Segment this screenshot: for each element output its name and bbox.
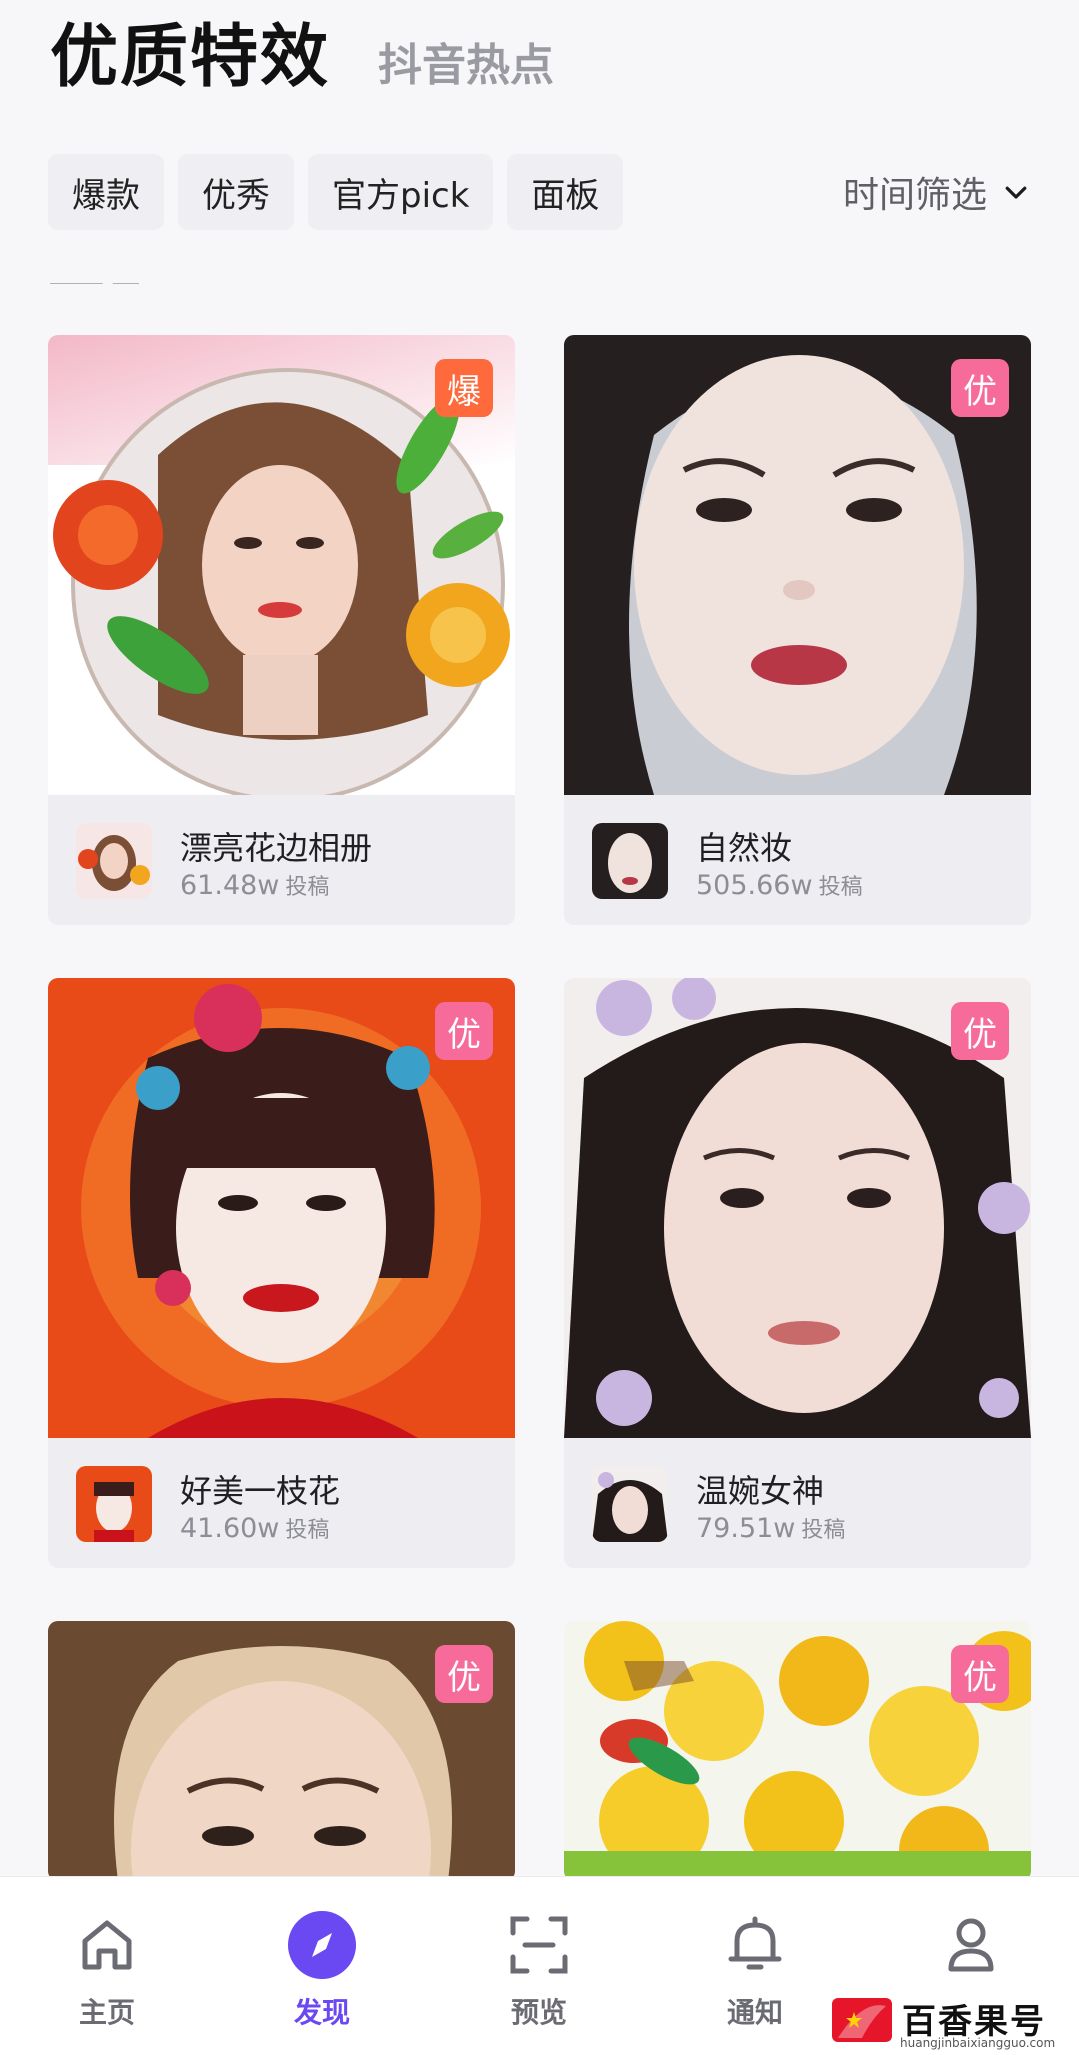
time-filter-dropdown[interactable]: 时间筛选 <box>843 166 1031 218</box>
effect-thumbnail: 优 <box>564 1621 1031 1881</box>
nav-discover[interactable]: 发现 <box>267 1911 377 2031</box>
effect-card[interactable]: 优 <box>48 1621 515 1881</box>
profile-icon <box>937 1911 1005 1979</box>
watermark-logo-icon <box>832 1998 892 2042</box>
header-tabs: 优质特效 抖音热点 <box>50 18 554 98</box>
compass-icon <box>288 1911 356 1979</box>
nav-notifications-label: 通知 <box>726 1996 783 2029</box>
effect-title: 好美一枝花 <box>180 1472 341 1510</box>
home-icon <box>73 1911 141 1979</box>
bell-icon <box>721 1911 789 1979</box>
effect-title: 自然妆 <box>696 829 793 867</box>
effect-card[interactable]: 优 <box>564 1621 1031 1881</box>
nav-discover-label: 发现 <box>293 1996 350 2029</box>
effect-thumbnail: 优 <box>564 978 1031 1438</box>
scan-icon <box>505 1911 573 1979</box>
effect-thumbnail: 爆 <box>48 335 515 795</box>
effect-card[interactable]: 优 温婉女神 79.51w 投稿 <box>564 978 1031 1568</box>
watermark: 百香果号 huangjinbaixiangguo.com <box>832 1992 1062 2050</box>
effect-thumbnail: 优 <box>48 978 515 1438</box>
tab-featured-effects[interactable]: 优质特效 <box>50 18 330 98</box>
chip-panel[interactable]: 面板 <box>507 154 624 230</box>
chip-hot[interactable]: 爆款 <box>48 154 164 230</box>
effect-meta: 79.51w 投稿 <box>696 1513 846 1544</box>
nav-home[interactable]: 主页 <box>52 1911 162 2031</box>
time-filter-label: 时间筛选 <box>842 175 987 216</box>
effect-avatar <box>592 823 668 899</box>
badge-good: 优 <box>951 1645 1009 1703</box>
tab-douyin-hot[interactable]: 抖音热点 <box>378 34 554 98</box>
effect-avatar <box>76 1466 152 1542</box>
effect-card[interactable]: 爆 漂亮花边相册 61.48w 投稿 <box>48 335 515 925</box>
card-info: 温婉女神 79.51w 投稿 <box>564 1438 1031 1568</box>
nav-preview-label: 预览 <box>510 1996 567 2029</box>
chevron-down-icon <box>1005 186 1027 199</box>
watermark-url: huangjinbaixiangguo.com <box>900 2036 1056 2050</box>
effect-card[interactable]: 优 好美一枝花 41.60w 投稿 <box>48 978 515 1568</box>
nav-preview[interactable]: 预览 <box>484 1911 594 2031</box>
effect-meta: 505.66w 投稿 <box>696 870 863 901</box>
nav-notifications[interactable]: 通知 <box>700 1911 810 2031</box>
effect-avatar <box>592 1466 668 1542</box>
effect-title: 温婉女神 <box>696 1472 825 1510</box>
card-info: 漂亮花边相册 61.48w 投稿 <box>48 795 515 925</box>
effect-meta: 41.60w 投稿 <box>180 1513 330 1544</box>
nav-profile[interactable] <box>916 1911 1026 1991</box>
badge-good: 优 <box>435 1002 493 1060</box>
card-info: 自然妆 505.66w 投稿 <box>564 795 1031 925</box>
effect-avatar <box>76 823 152 899</box>
scrolled-date-label: ▁▁ ▁ <box>50 262 140 284</box>
effect-meta: 61.48w 投稿 <box>180 870 330 901</box>
badge-good: 优 <box>951 1002 1009 1060</box>
chip-excellent[interactable]: 优秀 <box>178 154 294 230</box>
badge-good: 优 <box>951 359 1009 417</box>
badge-hot: 爆 <box>435 359 493 417</box>
effect-title: 漂亮花边相册 <box>180 829 373 867</box>
effect-thumbnail: 优 <box>48 1621 515 1881</box>
badge-good: 优 <box>435 1645 493 1703</box>
effect-thumbnail: 优 <box>564 335 1031 795</box>
chip-official-pick[interactable]: 官方pick <box>308 154 494 230</box>
card-info: 好美一枝花 41.60w 投稿 <box>48 1438 515 1568</box>
nav-home-label: 主页 <box>78 1996 135 2029</box>
effect-card[interactable]: 优 自然妆 505.66w 投稿 <box>564 335 1031 925</box>
filter-bar: 爆款 优秀 官方pick 面板 时间筛选 <box>48 154 1031 230</box>
